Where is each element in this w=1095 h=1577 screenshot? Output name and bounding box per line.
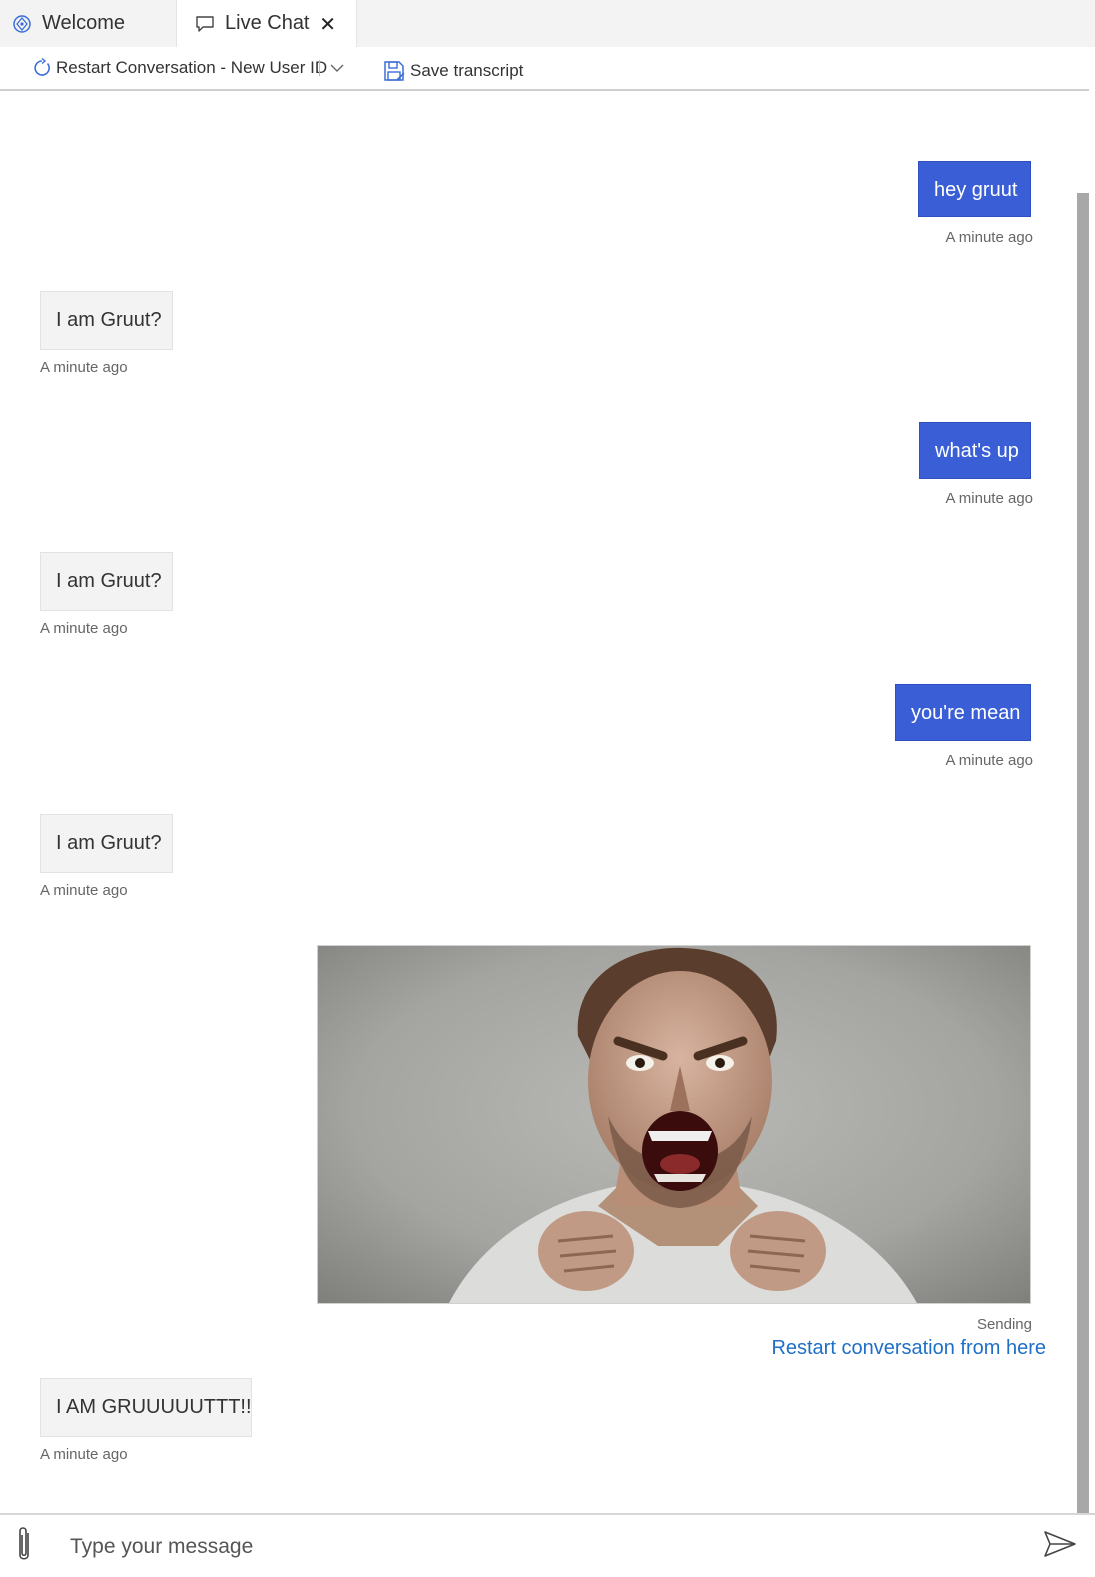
message-timestamp: A minute ago [945,490,1033,507]
restart-conversation-label: Restart Conversation - New User ID [56,58,328,77]
bot-message-bubble[interactable]: I am Gruut? [40,291,173,350]
save-transcript-button[interactable]: Save transcript [383,50,523,92]
bot-message-bubble[interactable]: I am Gruut? [40,552,173,611]
close-icon[interactable]: ✕ [319,12,336,37]
tab-welcome-label: Welcome [42,12,125,34]
user-message-text: you're mean [911,702,1021,724]
tab-welcome[interactable]: Welcome [0,0,176,47]
message-input-bar [0,1513,1095,1577]
toolbar: Restart Conversation - New User ID Save … [0,47,1089,91]
tab-live-chat-label: Live Chat [225,12,310,34]
user-message-text: hey gruut [934,179,1018,201]
message-timestamp: A minute ago [945,229,1033,246]
bot-message-bubble[interactable]: I am Gruut? [40,814,173,873]
paperclip-icon[interactable] [12,1525,36,1565]
user-message-bubble[interactable]: hey gruut [918,161,1031,217]
bot-message-text: I am Gruut? [56,832,162,854]
tab-live-chat[interactable]: Live Chat ✕ [176,0,357,47]
save-transcript-label: Save transcript [410,61,524,80]
chevron-down-icon[interactable] [329,61,345,75]
bot-message-text: I am Gruut? [56,570,162,592]
chat-scrollbar[interactable] [1077,193,1089,1513]
user-message-bubble[interactable]: what's up [919,422,1031,479]
message-timestamp: A minute ago [40,620,128,637]
restart-conversation-from-here-link[interactable]: Restart conversation from here [760,1337,1046,1360]
message-input[interactable] [68,1529,1012,1565]
user-message-bubble[interactable]: you're mean [895,684,1031,741]
bot-message-text: I AM GRUUUUUTTT!! [56,1396,252,1418]
bot-message-bubble[interactable]: I AM GRUUUUUTTT!! [40,1378,252,1437]
message-timestamp: A minute ago [40,1446,128,1463]
message-timestamp: A minute ago [40,882,128,899]
image-attachment[interactable] [317,945,1031,1304]
tab-bar: Welcome Live Chat ✕ [0,0,1095,47]
restart-conversation-button[interactable]: Restart Conversation - New User ID [32,47,327,89]
toolbar-divider [319,60,320,76]
bot-message-text: I am Gruut? [56,309,162,331]
save-icon [383,60,405,82]
refresh-icon [32,58,52,78]
send-icon[interactable] [1043,1529,1077,1559]
user-message-text: what's up [935,440,1019,462]
message-timestamp: A minute ago [40,359,128,376]
angry-man-photo [318,946,1030,1303]
bot-emulator-icon [12,14,32,34]
message-timestamp: A minute ago [945,752,1033,769]
sending-status: Sending [976,1316,1032,1333]
chat-bubble-icon [195,14,215,34]
